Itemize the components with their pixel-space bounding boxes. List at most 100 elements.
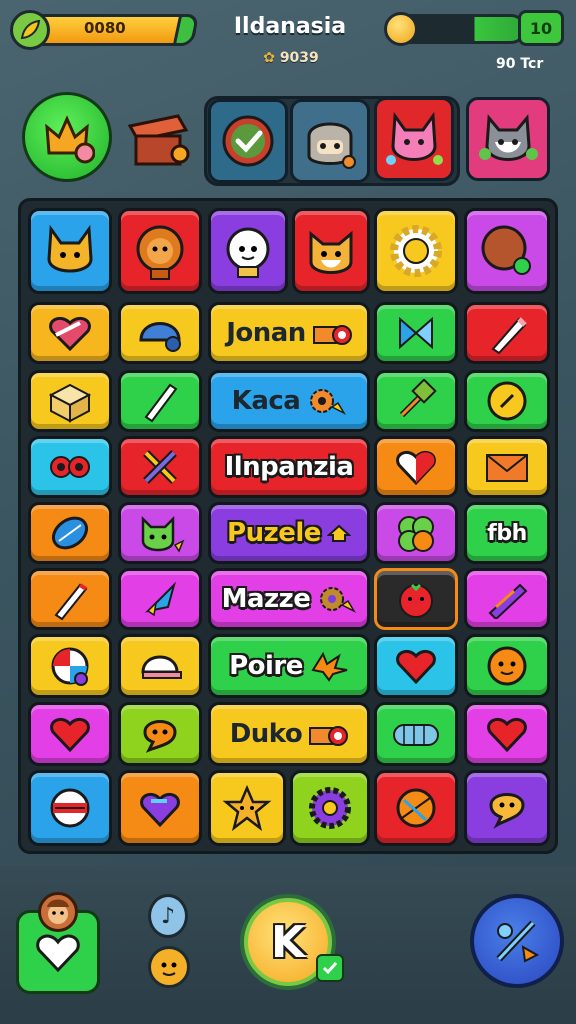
tile-heart-magenta[interactable] <box>28 702 112 766</box>
tile-clover-magenta[interactable] <box>374 502 458 564</box>
helmet-icon <box>139 322 181 352</box>
tile-dog-red[interactable] <box>292 208 370 294</box>
word-tile-6[interactable]: Poire <box>208 634 370 698</box>
tile-heart-stripe-yellow[interactable] <box>28 302 112 364</box>
character-tile-hero[interactable] <box>290 99 370 183</box>
coin-icon: ✿ <box>263 50 275 66</box>
word-label: Duko <box>229 719 303 749</box>
music-note-icon: ♪ <box>160 903 176 929</box>
tile-crayon-magenta[interactable] <box>464 568 550 630</box>
tile-heart-orange[interactable] <box>374 436 458 498</box>
lion-icon <box>136 225 184 280</box>
tile-helmet-yellow[interactable] <box>118 302 202 364</box>
tile-brush-green[interactable] <box>118 370 202 432</box>
tile-pencil-orange[interactable] <box>28 568 112 630</box>
splash-icon <box>311 651 348 682</box>
tile-cat-magenta[interactable] <box>118 502 202 564</box>
tile-heart-pink[interactable] <box>464 702 550 766</box>
tile-cherries-cyan[interactable] <box>28 436 112 498</box>
smiley-blob-icon <box>487 646 527 686</box>
tile-cross-red[interactable] <box>118 436 202 498</box>
marker-icon <box>488 583 528 619</box>
music-button[interactable]: ♪ <box>148 894 188 938</box>
rocket-icon <box>144 581 176 617</box>
brush-icon <box>144 383 178 423</box>
tile-pencil-red[interactable] <box>464 302 550 364</box>
gold-cat-icon <box>47 224 93 273</box>
fluffy-creature-icon <box>226 227 270 278</box>
score-coin-icon <box>384 12 418 46</box>
tile-hammer-green[interactable] <box>374 370 458 432</box>
tile-bubble-purple[interactable] <box>464 770 550 846</box>
tile-box-yellow[interactable] <box>28 370 112 432</box>
coin-count: ✿ 9039 <box>236 50 346 66</box>
crown-button[interactable] <box>22 92 112 182</box>
tile-heart-cyan[interactable] <box>374 634 458 698</box>
avatar[interactable] <box>38 892 78 932</box>
tools-button[interactable] <box>470 894 564 988</box>
tomato-icon <box>399 583 433 618</box>
compass-icon <box>487 381 527 421</box>
tile-gear-lime[interactable] <box>290 770 370 846</box>
tile-heart-orange-2[interactable] <box>118 770 202 846</box>
tile-striped-ball-blue[interactable] <box>28 770 112 846</box>
tile-tomato-dark[interactable] <box>374 568 458 630</box>
split-heart-icon <box>396 451 436 486</box>
pink-cat-icon <box>386 111 443 165</box>
tile-ball-magenta[interactable] <box>464 208 550 294</box>
tile-bowtie-green[interactable] <box>374 302 458 364</box>
tools-icon <box>496 920 540 963</box>
crossed-tools-icon <box>143 450 177 484</box>
tile-cap-yellow[interactable] <box>118 634 202 698</box>
tile-rocket-magenta[interactable] <box>118 568 202 630</box>
bowtie-icon <box>399 316 433 350</box>
chest-button[interactable] <box>124 108 196 170</box>
ball-icon <box>481 225 531 275</box>
heart-icon <box>487 718 527 753</box>
gem-heart-icon <box>140 793 180 828</box>
tile-caterpillar-green[interactable] <box>374 702 458 766</box>
envelope-icon <box>486 454 528 482</box>
word-tile-2[interactable]: Kaca <box>208 370 370 432</box>
level-badge[interactable] <box>10 10 50 50</box>
tile-bubble-lime[interactable] <box>118 702 202 766</box>
tile-star-yellow[interactable] <box>208 770 286 846</box>
tile-text-green[interactable]: fbh <box>464 502 550 564</box>
word-label: Ilnpanzia <box>224 452 354 482</box>
star-face-icon <box>222 784 272 832</box>
emoji-button[interactable] <box>148 946 190 988</box>
chest-target-icon <box>312 325 352 345</box>
gear-arrow-icon <box>320 587 357 613</box>
tile-leaf-orange[interactable] <box>28 502 112 564</box>
word-tile-5[interactable]: Mazze <box>208 568 370 630</box>
tile-face-green[interactable] <box>464 634 550 698</box>
word-tile-7[interactable]: Duko <box>208 702 370 766</box>
tile-gear-yellow[interactable] <box>374 208 458 294</box>
level-value: 0080 <box>84 19 126 37</box>
leaf-icon <box>20 19 41 40</box>
tile-creature-purple[interactable] <box>208 208 288 294</box>
striped-heart-icon <box>49 317 91 352</box>
cap-icon <box>141 655 182 679</box>
word-label: Jonan <box>226 318 306 348</box>
character-tile-grey-cat[interactable] <box>466 97 550 181</box>
gear-icon <box>390 225 442 277</box>
tile-compass-green[interactable] <box>464 370 550 432</box>
character-tile-pink-cat[interactable] <box>374 97 454 181</box>
pencil-icon <box>491 317 527 355</box>
character-tile-check[interactable] <box>208 99 288 183</box>
action-letter: K <box>270 916 306 968</box>
tile-ball-red[interactable] <box>374 770 458 846</box>
word-tile-4[interactable]: Puzele <box>208 502 370 564</box>
page-title: Ildanasia <box>233 14 347 39</box>
tile-cat-blue[interactable] <box>28 208 112 294</box>
word-tile-1[interactable]: Jonan <box>208 302 370 364</box>
word-tile-3[interactable]: Ilnpanzia <box>208 436 370 498</box>
score-value: 10 <box>529 18 553 38</box>
tile-lion-red[interactable] <box>118 208 202 294</box>
tile-beachball-yellow[interactable] <box>28 634 112 698</box>
purple-gear-icon <box>309 787 351 829</box>
heart-icon <box>50 718 90 753</box>
tile-envelope-yellow[interactable] <box>464 436 550 498</box>
chest-icon <box>127 114 190 166</box>
